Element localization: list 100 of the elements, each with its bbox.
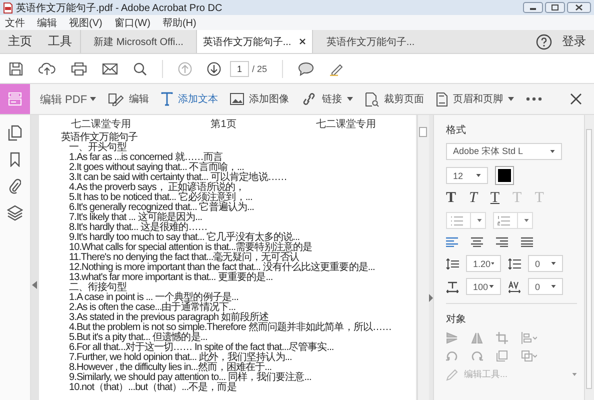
edit-tool-button[interactable]: 添加文本 [161, 92, 218, 106]
save-icon[interactable] [9, 62, 23, 76]
image-icon [230, 93, 244, 105]
pencil-icon [446, 368, 458, 380]
caret-icon [489, 285, 494, 288]
link-icon [301, 92, 318, 106]
sentence-line: 8.However , the difficulty lies in...然而，困难在于... [69, 363, 272, 373]
caret-icon [90, 97, 96, 101]
page-magnifier-icon [365, 92, 380, 106]
home-tab[interactable]: 主页 [0, 30, 40, 53]
print-icon[interactable] [71, 62, 87, 76]
heading-text: 英语作文万能句子 [61, 133, 138, 143]
edit-tool-button[interactable]: 页眉和页脚 [436, 92, 514, 106]
numbered-list-icon [497, 216, 511, 226]
sentence-line: 5.But it's a pity that... 但遗憾的是... [69, 333, 208, 343]
page-header: 七二课堂专用 [71, 120, 131, 130]
page-header: 七二课堂专用 [316, 120, 376, 130]
caret-icon [551, 285, 556, 288]
sentence-line: 2.It goes without saying that... 不言而喻，... [69, 163, 244, 173]
text-style-button[interactable]: T [469, 191, 478, 206]
sentence-line: 11.There's no denying the fact that...毫无疑问，无可否认 [69, 253, 300, 263]
login-link[interactable]: 登录 [562, 30, 586, 53]
line-spacing-icon [446, 258, 459, 270]
menu-item[interactable]: 编辑 [37, 16, 57, 30]
down-arrow-icon[interactable] [207, 62, 221, 76]
edit-tool-button[interactable]: 编辑 [108, 92, 150, 106]
sentence-line: 4.But the problem is not so simple.Therefore 然而问题并非如此简单，所以…… [69, 323, 392, 333]
character-spacing-icon [508, 280, 521, 292]
sentence-line: 7.It's likely that ... 这可能是因为... [69, 213, 202, 223]
document-tab[interactable]: 英语作文万能句子... [312, 30, 428, 53]
paragraph-spacing-dropdown[interactable]: 0 [528, 255, 563, 272]
sentence-line: 8.It's hardly that... 这是很难的…… [69, 223, 208, 233]
scrollbar[interactable] [584, 115, 594, 400]
close-icon[interactable] [299, 38, 306, 45]
sentence-line: 4.As the proverb says， 正如谚语所说的， [69, 183, 245, 193]
sentence-line: 7.Further, we hold opinion that... 此外，我们坚持认为... [69, 353, 292, 363]
menu-item[interactable]: 文件 [5, 16, 25, 30]
tools-tab[interactable]: 工具 [40, 30, 80, 53]
more-icon[interactable] [526, 97, 542, 101]
sentence-line: 3.It can be said with certainty that... 可以肯定地说…… [69, 173, 287, 183]
layers-icon[interactable] [7, 205, 23, 221]
collapse-arrow-icon[interactable] [32, 281, 37, 289]
close-icon[interactable] [570, 93, 582, 105]
sentence-line: 5.It has to be noticed that... 它必须注意到，... [69, 193, 252, 203]
font-size-dropdown[interactable]: 12 [446, 167, 488, 184]
edit-tool-button[interactable]: 链接 [301, 92, 354, 106]
font-dropdown[interactable]: Adobe 宋体 Std L [446, 143, 562, 160]
sentence-line: 1.As far as ...is concerned 就……而言 [69, 153, 223, 163]
mail-icon[interactable] [102, 62, 118, 74]
caret-icon [477, 219, 482, 222]
close-icon[interactable] [567, 2, 591, 13]
align-icon[interactable] [496, 237, 508, 247]
help-icon[interactable] [536, 34, 552, 50]
scale-dropdown[interactable]: 100 [466, 278, 501, 295]
pen-icon[interactable] [329, 62, 346, 76]
caret-icon [524, 219, 529, 222]
page-total: / 25 [252, 64, 268, 74]
menu-item[interactable]: 帮助(H) [162, 16, 196, 30]
sentence-line: 9.It's hardly too much to say that... 它几乎没有太多的说... [69, 233, 300, 243]
edit-pdf-dropdown[interactable]: 编辑 PDF [40, 92, 96, 106]
cloud-upload-icon[interactable] [38, 62, 56, 76]
text-style-button[interactable]: T [490, 191, 500, 206]
minimize-icon[interactable] [523, 2, 543, 13]
section-title: 格式 [446, 124, 467, 137]
sentence-line: 12.Nothing is more important than the fact that... 没有什么比这更重要的是... [69, 263, 375, 273]
text-style-button[interactable]: T [446, 191, 456, 206]
sentence-line: 10.What calls for special attention is that...需要特别注意的是 [69, 243, 312, 253]
paperclip-icon[interactable] [9, 178, 21, 194]
section-title: 对象 [446, 312, 467, 326]
heading-text: 一、开头句型 [69, 143, 126, 153]
sentence-line: 2.As is often the case...由于通常情况下... [69, 303, 236, 313]
edit-tool-button[interactable]: 裁剪页面 [365, 92, 424, 106]
edit-pdf-icon[interactable] [0, 84, 30, 114]
color-swatch[interactable] [495, 166, 514, 185]
sentence-line: 6.For all that...对于这一切…… In spite of the fact that...尽管事实... [69, 343, 334, 353]
comment-icon[interactable] [298, 62, 314, 76]
document-icon [436, 92, 448, 106]
page-number-field[interactable]: 1 [230, 60, 250, 76]
menu-item[interactable]: 窗口(W) [114, 16, 150, 30]
align-icon[interactable] [521, 237, 533, 247]
line-spacing-dropdown[interactable]: 1.20 [466, 255, 501, 272]
character-spacing-dropdown[interactable]: 0 [528, 278, 563, 295]
search-icon[interactable] [133, 62, 147, 76]
expand-arrow-icon[interactable] [429, 294, 433, 302]
document-tab[interactable]: 英语作文万能句子... [196, 30, 312, 53]
scrollbar[interactable] [417, 115, 429, 400]
maximize-icon[interactable] [545, 2, 565, 13]
edit-tool-button[interactable]: 添加图像 [230, 92, 290, 106]
page-number: 第1页 [210, 120, 236, 130]
text-icon [161, 92, 174, 106]
sentence-line: 3.As stated in the previous paragraph 如前段所述 [69, 313, 269, 323]
bookmark-icon[interactable] [10, 152, 20, 167]
pages-icon[interactable] [8, 125, 22, 141]
sentence-line: 9.Similarly, we should pay attention to... 同样，我们要注意... [69, 373, 312, 383]
align-icon[interactable] [446, 237, 458, 247]
caret-icon [490, 262, 494, 265]
caret-icon [476, 174, 481, 177]
align-icon[interactable] [471, 237, 483, 247]
menu-item[interactable]: 视图(V) [69, 16, 102, 30]
caret-icon [550, 150, 555, 153]
